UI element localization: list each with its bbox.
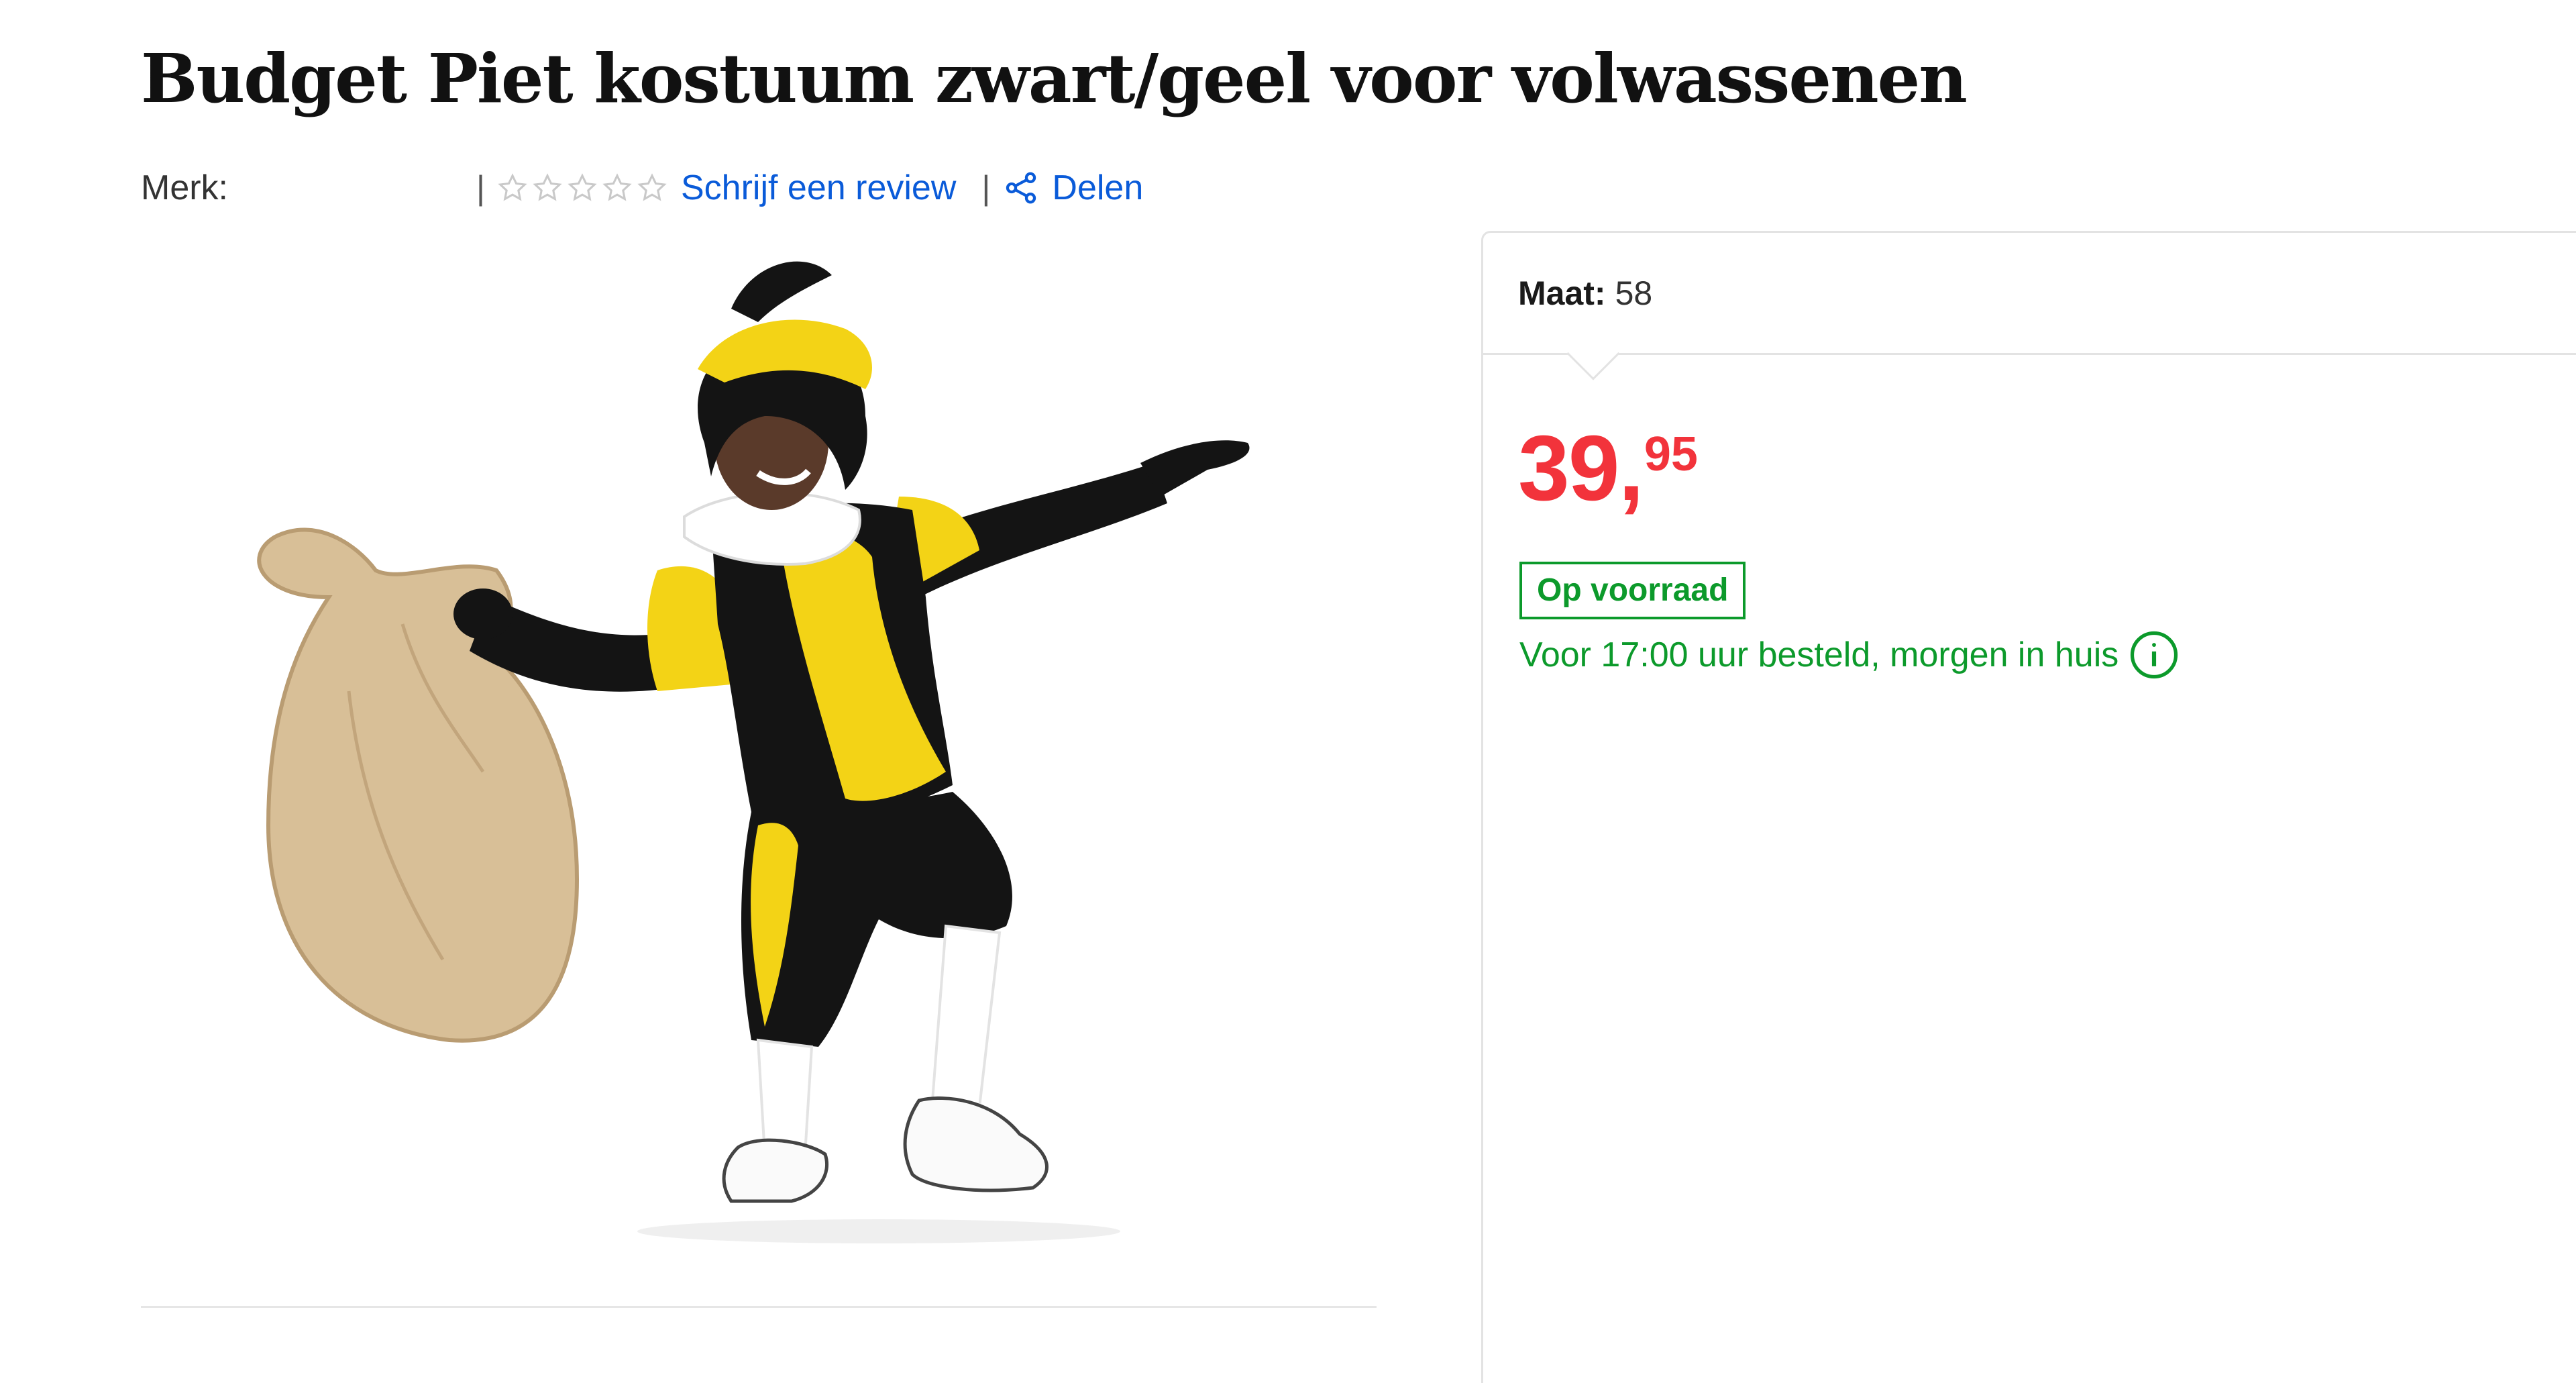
share-icon xyxy=(1006,172,1036,204)
rating-stars[interactable] xyxy=(497,172,667,203)
product-meta-row: Merk: | Schrijf een review | Delen xyxy=(141,166,1143,209)
divider: | xyxy=(476,169,485,207)
size-value: 58 xyxy=(1615,274,1653,312)
write-review-link[interactable]: Schrijf een review xyxy=(681,168,956,208)
gallery-divider xyxy=(141,1306,1377,1308)
price-cents: 95 xyxy=(1644,427,1698,481)
product-page: Budget Piet kostuum zwart/geel voor volw… xyxy=(0,0,2576,1383)
delivery-text: Voor 17:00 uur besteld, morgen in huis xyxy=(1519,635,2119,674)
size-selector[interactable]: Maat: 58 xyxy=(1483,233,2576,355)
star-outline-icon xyxy=(637,173,667,201)
product-title: Budget Piet kostuum zwart/geel voor volw… xyxy=(141,39,1968,118)
share-link-label: Delen xyxy=(1052,168,1144,207)
share-button[interactable]: Delen xyxy=(1002,168,1143,208)
stock-status-badge: Op voorraad xyxy=(1519,562,1746,619)
size-label: Maat: xyxy=(1518,274,1606,312)
star-outline-icon xyxy=(533,173,562,201)
product-image[interactable] xyxy=(201,221,1342,1268)
star-outline-icon xyxy=(568,173,597,201)
floor-shadow xyxy=(637,1219,1120,1243)
star-outline-icon xyxy=(602,173,632,201)
divider: | xyxy=(981,169,991,207)
price: 39, 95 xyxy=(1518,417,1698,520)
buy-box-panel: Maat: 58 39, 95 Op voorraad Voor 17:00 u… xyxy=(1481,231,2576,1383)
delivery-info: Voor 17:00 uur besteld, morgen in huis xyxy=(1519,629,2180,681)
sack-icon xyxy=(257,527,580,1043)
price-main: 39, xyxy=(1518,417,1644,520)
brand-label: Merk: xyxy=(141,168,228,207)
info-icon[interactable] xyxy=(2128,629,2180,681)
star-outline-icon xyxy=(498,173,527,201)
